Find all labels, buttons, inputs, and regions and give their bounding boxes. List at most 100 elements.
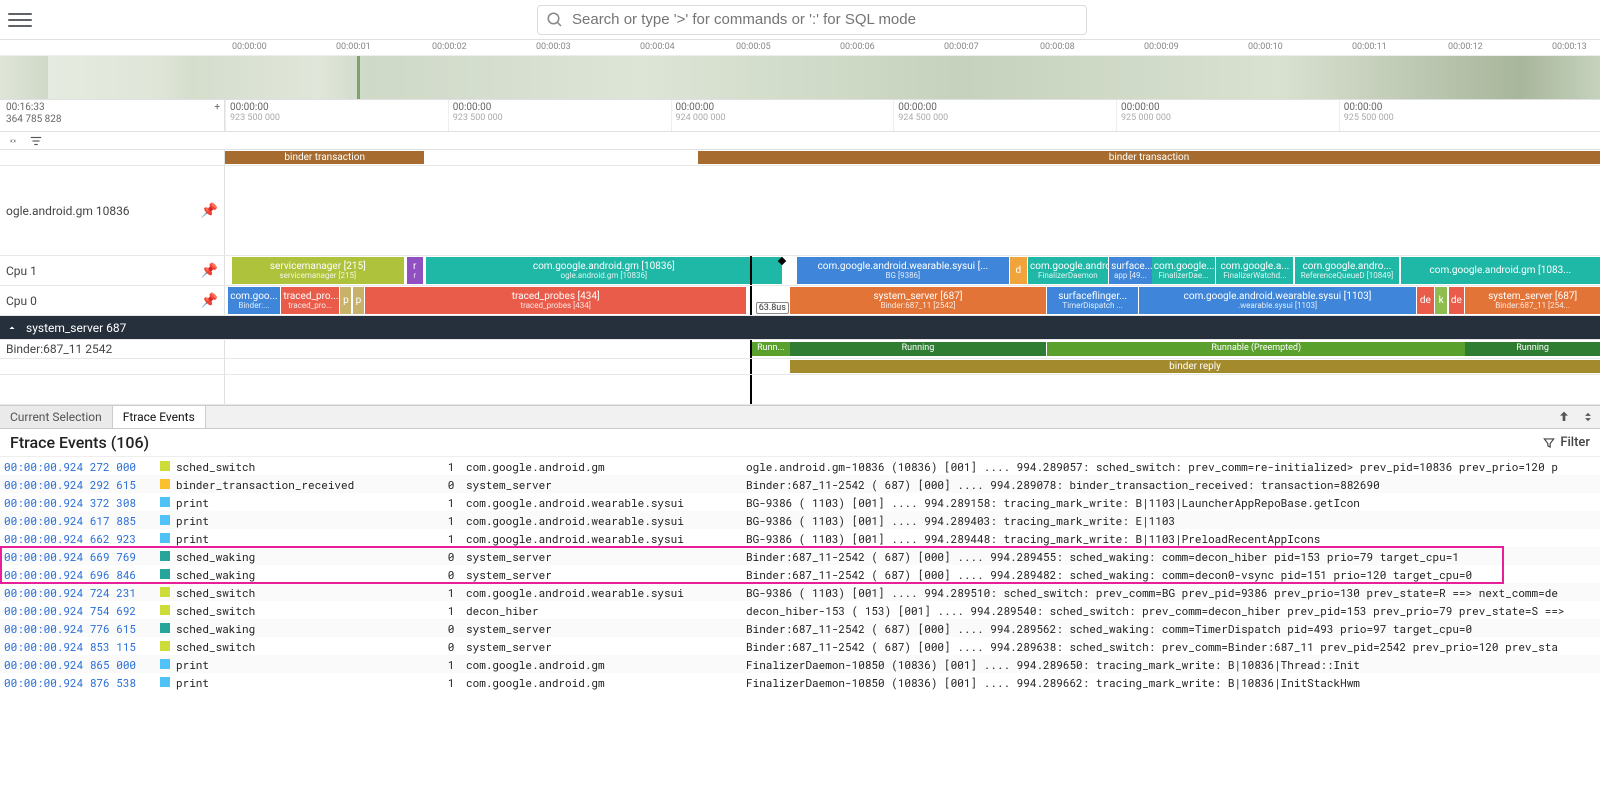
cpu-slice[interactable]: com.google.android.wearable.sysui [1103]… (1139, 287, 1415, 314)
cpu-slice[interactable]: com.google.andro...ReferenceQueueD [1084… (1295, 257, 1400, 284)
thread-state[interactable]: Runnable (Preempted) (1047, 342, 1465, 356)
event-process: com.google.android.wearable.sysui (466, 495, 746, 510)
cpu-slice[interactable]: com.google...FinalizerDae... (1152, 257, 1215, 284)
cpu-slice[interactable]: com.google.android.wearable.sysui [...BG… (797, 257, 1009, 284)
event-row[interactable]: 00:00:00.924 372 308print1com.google.and… (0, 493, 1600, 511)
cpu-slice[interactable]: com.google.android.gm [10836]ogle.androi… (426, 257, 782, 284)
slice-binder-reply[interactable]: binder reply (790, 360, 1600, 373)
cpu-slice[interactable]: com.google.android.gm [1083... (1401, 257, 1600, 284)
cpu-slice[interactable]: p (353, 287, 364, 314)
event-row[interactable]: 00:00:00.924 617 885print1com.google.and… (0, 511, 1600, 529)
event-color-swatch (160, 533, 170, 543)
event-cpu: 1 (436, 603, 466, 618)
tab-ftrace-events[interactable]: Ftrace Events (113, 406, 206, 428)
event-row[interactable]: 00:00:00.924 669 769sched_waking0system_… (0, 547, 1600, 565)
overview-tick: 00:00:06 (840, 42, 875, 52)
cpu-slice[interactable]: system_server [687]Binder:687_11 [2542] (790, 287, 1046, 314)
menu-icon[interactable] (8, 8, 32, 32)
overview-tick: 00:00:03 (536, 42, 571, 52)
duration-chip: 63.8us (756, 302, 789, 314)
event-message: Binder:687_11-2542 ( 687) [000] .... 994… (746, 639, 1596, 654)
panel-up-icon[interactable] (1552, 406, 1576, 428)
cpu-slice[interactable]: de (1449, 287, 1464, 314)
thread-state[interactable]: Running (790, 342, 1046, 356)
pin-icon[interactable]: 📌 (201, 293, 218, 309)
cpu-slice[interactable]: traced_pro...traced_pro... (281, 287, 339, 314)
cpu-slice[interactable]: com.goo...Binder:... (228, 287, 280, 314)
binder-transaction-track[interactable]: binder transaction binder transaction (225, 150, 1600, 165)
cpu-slice[interactable]: k (1435, 287, 1447, 314)
event-row[interactable]: 00:00:00.924 292 615binder_transaction_r… (0, 475, 1600, 493)
event-timestamp: 00:00:00.924 776 615 (4, 621, 154, 636)
event-process: system_server (466, 567, 746, 582)
event-row[interactable]: 00:00:00.924 853 115sched_switch0system_… (0, 637, 1600, 655)
event-message: FinalizerDaemon-10850 (10836) [001] ....… (746, 657, 1596, 672)
event-cpu: 0 (436, 639, 466, 654)
collapse-all-icon[interactable] (6, 134, 20, 148)
binder-reply-track[interactable]: binder reply (225, 359, 1600, 374)
cpu-slice[interactable]: servicemanager [215]servicemanager [215] (232, 257, 404, 284)
event-row[interactable]: 00:00:00.924 724 231sched_switch1com.goo… (0, 583, 1600, 601)
event-row[interactable]: 00:00:00.924 776 615sched_waking0system_… (0, 619, 1600, 637)
event-row[interactable]: 00:00:00.924 662 923print1com.google.and… (0, 529, 1600, 547)
event-name: print (176, 531, 436, 546)
event-timestamp: 00:00:00.924 669 769 (4, 549, 154, 564)
overview-tick: 00:00:01 (336, 42, 371, 52)
overview-tick: 00:00:11 (1352, 42, 1387, 52)
event-cpu: 1 (436, 531, 466, 546)
filter-lines-icon[interactable] (28, 134, 44, 148)
cpu-slice[interactable]: d (1010, 257, 1027, 284)
overview-minimap[interactable]: 00:00:0000:00:0100:00:0200:00:0300:00:04… (0, 40, 1600, 100)
event-row[interactable]: 00:00:00.924 696 846sched_waking0system_… (0, 565, 1600, 583)
cpu-slice[interactable]: surface...app [49... (1109, 257, 1152, 284)
filter-icon (1542, 436, 1556, 450)
cpu-slice[interactable]: de (1417, 287, 1434, 314)
pin-icon[interactable]: 📌 (201, 203, 218, 219)
event-row[interactable]: 00:00:00.924 865 000print1com.google.and… (0, 655, 1600, 673)
panel-title: Ftrace Events (106) (10, 433, 149, 452)
search-input[interactable] (564, 11, 1078, 28)
event-message: BG-9386 ( 1103) [001] .... 994.289448: t… (746, 531, 1596, 546)
overview-heatmap (0, 56, 1600, 99)
event-message: Binder:687_11-2542 ( 687) [000] .... 994… (746, 621, 1596, 636)
event-name: sched_switch (176, 459, 436, 474)
overview-tick: 00:00:10 (1248, 42, 1283, 52)
cpu0-track[interactable]: 63.8us com.goo...Binder:...traced_pro...… (225, 286, 1600, 315)
cpu-slice[interactable]: com.google.a...FinalizerWatchd... (1216, 257, 1293, 284)
cpu-slice[interactable]: surfaceflinger...TimerDispatch ... (1047, 287, 1138, 314)
event-color-swatch (160, 497, 170, 507)
tab-current-selection[interactable]: Current Selection (0, 406, 113, 428)
event-row[interactable]: 00:00:00.924 876 538print1com.google.and… (0, 673, 1600, 691)
pin-icon[interactable]: 📌 (201, 263, 218, 279)
event-row[interactable]: 00:00:00.924 754 692sched_switch1decon_h… (0, 601, 1600, 619)
event-message: BG-9386 ( 1103) [001] .... 994.289510: s… (746, 585, 1596, 600)
event-color-swatch (160, 461, 170, 471)
slice-binder-transaction[interactable]: binder transaction (225, 151, 424, 164)
cpu-slice[interactable]: system_server [687]Binder:687_11 [254... (1465, 287, 1600, 314)
slice-binder-transaction[interactable]: binder transaction (698, 151, 1600, 164)
cpu-slice[interactable]: p (340, 287, 351, 314)
event-color-swatch (160, 605, 170, 615)
event-cpu: 1 (436, 585, 466, 600)
panel-expand-icon[interactable] (1576, 406, 1600, 428)
event-name: sched_waking (176, 567, 436, 582)
event-cpu: 1 (436, 513, 466, 528)
overview-tick: 00:00:04 (640, 42, 675, 52)
cpu-slice[interactable]: rr (407, 257, 424, 284)
thread-state[interactable]: Runn... (752, 342, 791, 356)
event-timestamp: 00:00:00.924 662 923 (4, 531, 154, 546)
thread-state-track[interactable]: Runn...RunningRunnable (Preempted)Runnin… (225, 340, 1600, 358)
ftrace-events-list[interactable]: 00:00:00.924 272 000sched_switch1com.goo… (0, 457, 1600, 809)
cpu-slice[interactable]: traced_probes [434]traced_probes [434] (365, 287, 746, 314)
search-box[interactable] (537, 5, 1087, 35)
cpu-slice[interactable]: com.google.androi...FinalizerDaemon (1028, 257, 1108, 284)
overview-tick: 00:00:05 (736, 42, 771, 52)
thread-state[interactable]: Running (1465, 342, 1600, 356)
cpu1-track[interactable]: servicemanager [215]servicemanager [215]… (225, 256, 1600, 285)
time-ruler[interactable]: 00:00:00923 500 00000:00:00923 500 00000… (225, 100, 1600, 131)
event-row[interactable]: 00:00:00.924 272 000sched_switch1com.goo… (0, 457, 1600, 475)
ruler-tick: 00:00:00923 500 000 (225, 100, 284, 131)
process-track[interactable] (225, 166, 1600, 255)
filter-button[interactable]: Filter (1542, 435, 1590, 450)
chevron-up-icon[interactable] (6, 322, 18, 334)
